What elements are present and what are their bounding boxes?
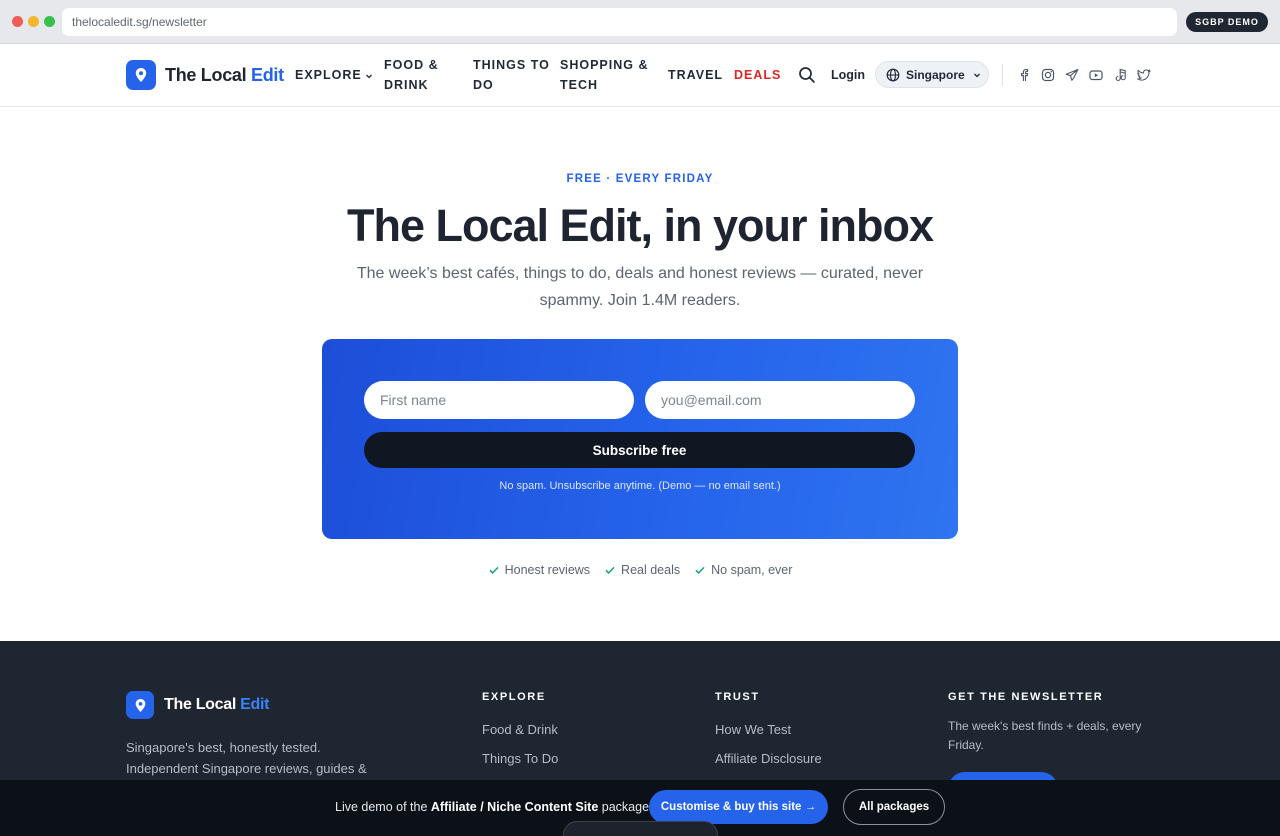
region-selector[interactable]: Singapore <box>875 61 989 88</box>
close-window-dot[interactable] <box>12 16 23 27</box>
youtube-icon[interactable] <box>1089 68 1103 82</box>
nav-explore[interactable]: EXPLORE <box>295 65 373 85</box>
footer-link-how-we-test[interactable]: How We Test <box>715 722 791 737</box>
subscribe-card: Subscribe free No spam. Unsubscribe anyt… <box>322 339 958 539</box>
footer-trust-heading: TRUST <box>715 691 760 703</box>
hero-eyebrow: FREE · EVERY FRIDAY <box>566 173 714 185</box>
maximize-window-dot[interactable] <box>44 16 55 27</box>
footer-description: Singapore's best, honestly tested. Indep… <box>126 740 367 776</box>
minimize-window-dot[interactable] <box>28 16 39 27</box>
location-pin-icon[interactable] <box>126 691 154 719</box>
floating-toolbar[interactable] <box>563 821 718 836</box>
facebook-icon[interactable] <box>1017 68 1031 82</box>
footer-explore-heading: EXPLORE <box>482 691 546 703</box>
footer-link-food-drink[interactable]: Food & Drink <box>482 722 558 737</box>
trust-point: Real deals <box>604 563 680 577</box>
footer-link-things-to-do[interactable]: Things To Do <box>482 751 558 766</box>
check-icon <box>489 566 499 574</box>
location-pin-icon[interactable] <box>126 60 156 90</box>
site-logo[interactable]: The Local Edit <box>165 65 284 86</box>
search-icon[interactable] <box>798 66 816 84</box>
trust-points: Honest reviews Real deals No spam, ever <box>0 563 1280 577</box>
telegram-icon[interactable] <box>1065 68 1079 82</box>
nav-things-to-do[interactable]: THINGS TO DO <box>473 55 550 95</box>
demo-bar-text: Live demo of the Affiliate / Niche Conte… <box>335 800 653 814</box>
footer-newsletter-text: The week's best finds + deals, every Fri… <box>948 719 1142 752</box>
subscribe-button[interactable]: Subscribe free <box>364 432 915 468</box>
hero-subtitle: The week’s best cafés, things to do, dea… <box>356 265 924 309</box>
site-header: The Local Edit EXPLORE FOOD & DRINK THIN… <box>0 44 1280 107</box>
nav-travel[interactable]: TRAVEL <box>668 65 723 85</box>
trust-point: Honest reviews <box>488 563 590 577</box>
email-input[interactable] <box>645 381 915 419</box>
footer-link-affiliate-disclosure[interactable]: Affiliate Disclosure <box>715 751 822 766</box>
first-name-input[interactable] <box>364 381 634 419</box>
header-divider <box>1002 64 1003 86</box>
customise-buy-button[interactable]: Customise & buy this site → <box>649 790 828 824</box>
login-link[interactable]: Login <box>831 68 865 82</box>
demo-badge: SGBP DEMO <box>1186 12 1268 32</box>
footer-newsletter-heading: GET THE NEWSLETTER <box>948 691 1104 703</box>
check-icon <box>605 566 615 574</box>
tiktok-icon[interactable] <box>1113 68 1127 82</box>
form-disclaimer: No spam. Unsubscribe anytime. (Demo — no… <box>499 480 781 492</box>
globe-icon <box>886 68 900 81</box>
trust-point: No spam, ever <box>694 563 792 577</box>
nav-shopping-tech[interactable]: SHOPPING & TECH <box>560 55 649 95</box>
all-packages-button[interactable]: All packages <box>843 789 945 825</box>
address-bar[interactable]: thelocaledit.sg/newsletter <box>62 8 1177 36</box>
check-icon <box>695 566 705 574</box>
browser-chrome: thelocaledit.sg/newsletter SGBP DEMO <box>0 0 1280 44</box>
instagram-icon[interactable] <box>1041 68 1055 82</box>
nav-deals[interactable]: DEALS <box>734 65 781 85</box>
page-title: The Local Edit, in your inbox <box>346 200 934 251</box>
footer-logo[interactable]: The Local Edit <box>164 696 269 714</box>
chevron-down-icon <box>973 73 980 77</box>
chevron-down-icon <box>365 74 372 79</box>
nav-food-drink[interactable]: FOOD & DRINK <box>384 55 439 95</box>
region-label: Singapore <box>906 67 965 82</box>
twitter-icon[interactable] <box>1137 68 1151 82</box>
